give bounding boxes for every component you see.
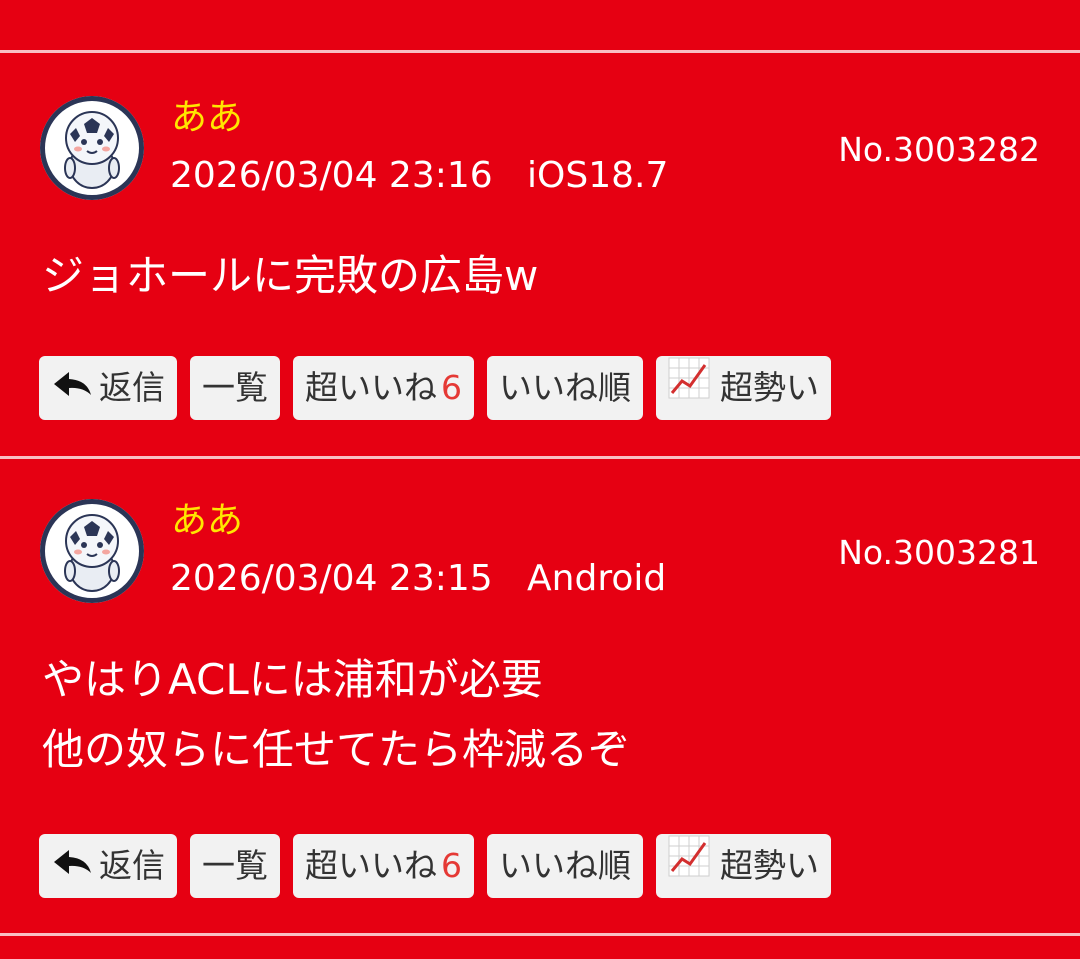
likes-order-button[interactable]: いいね順	[487, 834, 643, 898]
post-body-line: ジョホールに完敗の広島w	[42, 251, 539, 300]
trending-button[interactable]: 超勢い	[656, 356, 831, 420]
post-number[interactable]: No.3003281	[838, 533, 1040, 573]
trending-button[interactable]: 超勢い	[656, 834, 831, 898]
post-meta: 2026/03/04 23:16 iOS18.7	[170, 154, 668, 198]
divider-top	[0, 50, 1080, 53]
post-meta: 2026/03/04 23:15 Android	[170, 557, 666, 601]
post: ああ 2026/03/04 23:15 Android No.3003281 や…	[0, 499, 1080, 909]
post-datetime: 2026/03/04 23:15	[170, 558, 493, 599]
chart-up-icon	[668, 356, 714, 420]
list-button[interactable]: 一覧	[190, 356, 280, 420]
post-number[interactable]: No.3003282	[838, 130, 1040, 170]
post-body: やはりACLには浦和が必要 他の奴らに任せてたら枠減るぞ	[42, 645, 630, 785]
super-like-count: 6	[441, 368, 462, 407]
super-like-count: 6	[441, 846, 462, 885]
reply-button[interactable]: 返信	[39, 356, 177, 420]
reply-label: 返信	[99, 846, 165, 885]
divider	[0, 456, 1080, 459]
reply-arrow-icon	[51, 356, 93, 420]
post: ああ 2026/03/04 23:16 iOS18.7 No.3003282 ジ…	[0, 96, 1080, 426]
likes-order-label: いいね順	[499, 368, 631, 407]
post-body: ジョホールに完敗の広島w	[42, 241, 538, 311]
avatar[interactable]	[40, 499, 144, 603]
trending-label: 超勢い	[720, 368, 819, 407]
trending-label: 超勢い	[720, 846, 819, 885]
super-like-button[interactable]: 超いいね 6	[293, 834, 474, 898]
username[interactable]: ああ	[171, 499, 243, 543]
likes-order-button[interactable]: いいね順	[487, 356, 643, 420]
super-like-label: 超いいね	[305, 368, 437, 407]
reply-arrow-icon	[51, 834, 93, 898]
chart-up-icon	[668, 834, 714, 898]
super-like-button[interactable]: 超いいね 6	[293, 356, 474, 420]
divider	[0, 933, 1080, 936]
super-like-label: 超いいね	[305, 846, 437, 885]
post-device: Android	[527, 558, 667, 599]
username[interactable]: ああ	[171, 96, 243, 140]
likes-order-label: いいね順	[499, 846, 631, 885]
avatar[interactable]	[40, 96, 144, 200]
reply-button[interactable]: 返信	[39, 834, 177, 898]
post-device: iOS18.7	[527, 155, 669, 196]
post-actions: 返信 一覧 超いいね 6 いいね順 超勢い	[39, 834, 831, 898]
soccer-mascot-avatar-icon	[41, 500, 143, 602]
post-datetime: 2026/03/04 23:16	[170, 155, 493, 196]
post-body-line: やはりACLには浦和が必要	[42, 655, 543, 704]
list-button[interactable]: 一覧	[190, 834, 280, 898]
list-label: 一覧	[202, 368, 268, 407]
list-label: 一覧	[202, 846, 268, 885]
post-actions: 返信 一覧 超いいね 6 いいね順 超勢い	[39, 356, 831, 420]
reply-label: 返信	[99, 368, 165, 407]
post-body-line: 他の奴らに任せてたら枠減るぞ	[42, 725, 631, 774]
soccer-mascot-avatar-icon	[41, 97, 143, 199]
